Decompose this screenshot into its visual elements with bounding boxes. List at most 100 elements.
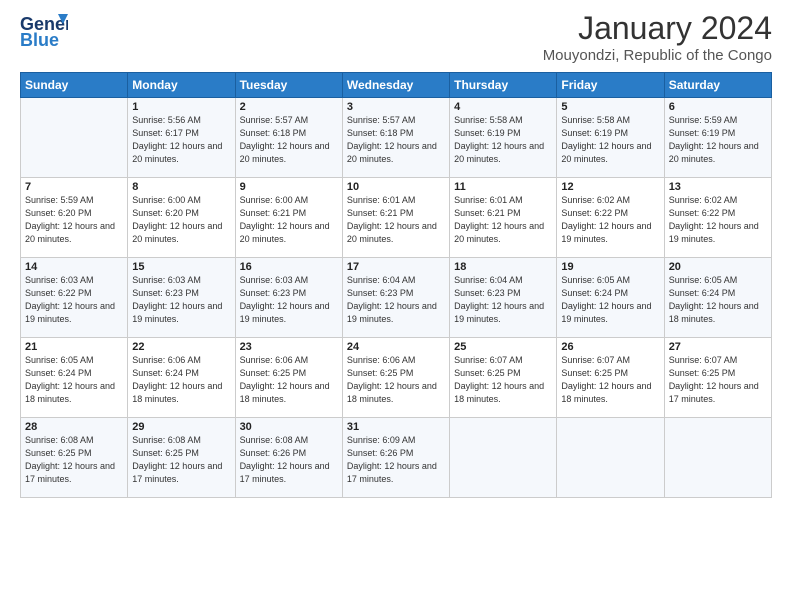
- day-cell: 24Sunrise: 6:06 AMSunset: 6:25 PMDayligh…: [342, 338, 449, 418]
- sunrise-text: Sunrise: 6:01 AM: [454, 194, 552, 207]
- header: General Blue January 2024 Mouyondzi, Rep…: [20, 10, 772, 64]
- day-info: Sunrise: 6:06 AMSunset: 6:25 PMDaylight:…: [240, 354, 338, 405]
- day-cell: 15Sunrise: 6:03 AMSunset: 6:23 PMDayligh…: [128, 258, 235, 338]
- sunrise-text: Sunrise: 6:00 AM: [240, 194, 338, 207]
- header-row: SundayMondayTuesdayWednesdayThursdayFrid…: [21, 73, 772, 98]
- col-header-wednesday: Wednesday: [342, 73, 449, 98]
- day-number: 1: [132, 101, 230, 113]
- sunrise-text: Sunrise: 6:05 AM: [561, 274, 659, 287]
- sunrise-text: Sunrise: 5:59 AM: [25, 194, 123, 207]
- day-info: Sunrise: 6:07 AMSunset: 6:25 PMDaylight:…: [669, 354, 767, 405]
- sunset-text: Sunset: 6:23 PM: [347, 287, 445, 300]
- day-info: Sunrise: 5:58 AMSunset: 6:19 PMDaylight:…: [561, 114, 659, 165]
- col-header-friday: Friday: [557, 73, 664, 98]
- daylight-text: Daylight: 12 hours and 20 minutes.: [561, 140, 659, 165]
- day-number: 29: [132, 421, 230, 433]
- day-info: Sunrise: 6:04 AMSunset: 6:23 PMDaylight:…: [347, 274, 445, 325]
- day-cell: 8Sunrise: 6:00 AMSunset: 6:20 PMDaylight…: [128, 178, 235, 258]
- sunrise-text: Sunrise: 5:56 AM: [132, 114, 230, 127]
- day-number: 3: [347, 101, 445, 113]
- sunset-text: Sunset: 6:25 PM: [240, 367, 338, 380]
- sunset-text: Sunset: 6:18 PM: [240, 127, 338, 140]
- day-info: Sunrise: 5:57 AMSunset: 6:18 PMDaylight:…: [347, 114, 445, 165]
- day-cell: 2Sunrise: 5:57 AMSunset: 6:18 PMDaylight…: [235, 98, 342, 178]
- daylight-text: Daylight: 12 hours and 18 minutes.: [454, 380, 552, 405]
- sunset-text: Sunset: 6:25 PM: [454, 367, 552, 380]
- day-info: Sunrise: 5:59 AMSunset: 6:19 PMDaylight:…: [669, 114, 767, 165]
- day-number: 16: [240, 261, 338, 273]
- day-cell: 29Sunrise: 6:08 AMSunset: 6:25 PMDayligh…: [128, 418, 235, 498]
- day-info: Sunrise: 6:04 AMSunset: 6:23 PMDaylight:…: [454, 274, 552, 325]
- day-cell: 1Sunrise: 5:56 AMSunset: 6:17 PMDaylight…: [128, 98, 235, 178]
- sunset-text: Sunset: 6:24 PM: [25, 367, 123, 380]
- day-cell: 6Sunrise: 5:59 AMSunset: 6:19 PMDaylight…: [664, 98, 771, 178]
- day-info: Sunrise: 6:00 AMSunset: 6:20 PMDaylight:…: [132, 194, 230, 245]
- sunset-text: Sunset: 6:25 PM: [132, 447, 230, 460]
- day-cell: [664, 418, 771, 498]
- day-number: 9: [240, 181, 338, 193]
- daylight-text: Daylight: 12 hours and 20 minutes.: [454, 140, 552, 165]
- sunset-text: Sunset: 6:21 PM: [347, 207, 445, 220]
- daylight-text: Daylight: 12 hours and 19 minutes.: [669, 220, 767, 245]
- daylight-text: Daylight: 12 hours and 17 minutes.: [347, 460, 445, 485]
- daylight-text: Daylight: 12 hours and 18 minutes.: [25, 380, 123, 405]
- day-info: Sunrise: 6:02 AMSunset: 6:22 PMDaylight:…: [561, 194, 659, 245]
- day-cell: 17Sunrise: 6:04 AMSunset: 6:23 PMDayligh…: [342, 258, 449, 338]
- day-cell: 28Sunrise: 6:08 AMSunset: 6:25 PMDayligh…: [21, 418, 128, 498]
- sunrise-text: Sunrise: 5:58 AM: [561, 114, 659, 127]
- sunset-text: Sunset: 6:22 PM: [561, 207, 659, 220]
- day-number: 20: [669, 261, 767, 273]
- daylight-text: Daylight: 12 hours and 20 minutes.: [240, 220, 338, 245]
- sunrise-text: Sunrise: 5:59 AM: [669, 114, 767, 127]
- daylight-text: Daylight: 12 hours and 20 minutes.: [347, 220, 445, 245]
- day-cell: 18Sunrise: 6:04 AMSunset: 6:23 PMDayligh…: [450, 258, 557, 338]
- col-header-tuesday: Tuesday: [235, 73, 342, 98]
- day-info: Sunrise: 6:05 AMSunset: 6:24 PMDaylight:…: [669, 274, 767, 325]
- col-header-saturday: Saturday: [664, 73, 771, 98]
- daylight-text: Daylight: 12 hours and 19 minutes.: [132, 300, 230, 325]
- sunrise-text: Sunrise: 6:04 AM: [347, 274, 445, 287]
- day-cell: [21, 98, 128, 178]
- day-info: Sunrise: 5:58 AMSunset: 6:19 PMDaylight:…: [454, 114, 552, 165]
- daylight-text: Daylight: 12 hours and 19 minutes.: [454, 300, 552, 325]
- week-row-2: 7Sunrise: 5:59 AMSunset: 6:20 PMDaylight…: [21, 178, 772, 258]
- daylight-text: Daylight: 12 hours and 20 minutes.: [347, 140, 445, 165]
- day-info: Sunrise: 6:03 AMSunset: 6:23 PMDaylight:…: [240, 274, 338, 325]
- col-header-thursday: Thursday: [450, 73, 557, 98]
- day-info: Sunrise: 6:03 AMSunset: 6:23 PMDaylight:…: [132, 274, 230, 325]
- sunrise-text: Sunrise: 6:00 AM: [132, 194, 230, 207]
- sunrise-text: Sunrise: 5:58 AM: [454, 114, 552, 127]
- sunset-text: Sunset: 6:20 PM: [25, 207, 123, 220]
- daylight-text: Daylight: 12 hours and 20 minutes.: [132, 220, 230, 245]
- day-cell: 14Sunrise: 6:03 AMSunset: 6:22 PMDayligh…: [21, 258, 128, 338]
- sunrise-text: Sunrise: 6:02 AM: [669, 194, 767, 207]
- sunset-text: Sunset: 6:25 PM: [561, 367, 659, 380]
- day-cell: 4Sunrise: 5:58 AMSunset: 6:19 PMDaylight…: [450, 98, 557, 178]
- col-header-monday: Monday: [128, 73, 235, 98]
- day-cell: 7Sunrise: 5:59 AMSunset: 6:20 PMDaylight…: [21, 178, 128, 258]
- daylight-text: Daylight: 12 hours and 19 minutes.: [240, 300, 338, 325]
- day-number: 28: [25, 421, 123, 433]
- daylight-text: Daylight: 12 hours and 17 minutes.: [240, 460, 338, 485]
- sunset-text: Sunset: 6:23 PM: [132, 287, 230, 300]
- day-number: 25: [454, 341, 552, 353]
- day-number: 21: [25, 341, 123, 353]
- daylight-text: Daylight: 12 hours and 20 minutes.: [25, 220, 123, 245]
- sunset-text: Sunset: 6:26 PM: [240, 447, 338, 460]
- logo-icon: General Blue: [20, 10, 68, 48]
- day-number: 13: [669, 181, 767, 193]
- day-number: 24: [347, 341, 445, 353]
- day-cell: 19Sunrise: 6:05 AMSunset: 6:24 PMDayligh…: [557, 258, 664, 338]
- sunset-text: Sunset: 6:23 PM: [454, 287, 552, 300]
- sunset-text: Sunset: 6:24 PM: [561, 287, 659, 300]
- sunset-text: Sunset: 6:24 PM: [669, 287, 767, 300]
- day-cell: 31Sunrise: 6:09 AMSunset: 6:26 PMDayligh…: [342, 418, 449, 498]
- day-info: Sunrise: 5:56 AMSunset: 6:17 PMDaylight:…: [132, 114, 230, 165]
- daylight-text: Daylight: 12 hours and 19 minutes.: [347, 300, 445, 325]
- day-info: Sunrise: 6:06 AMSunset: 6:25 PMDaylight:…: [347, 354, 445, 405]
- sunrise-text: Sunrise: 6:07 AM: [561, 354, 659, 367]
- day-number: 26: [561, 341, 659, 353]
- day-info: Sunrise: 5:57 AMSunset: 6:18 PMDaylight:…: [240, 114, 338, 165]
- day-info: Sunrise: 6:05 AMSunset: 6:24 PMDaylight:…: [25, 354, 123, 405]
- day-cell: 20Sunrise: 6:05 AMSunset: 6:24 PMDayligh…: [664, 258, 771, 338]
